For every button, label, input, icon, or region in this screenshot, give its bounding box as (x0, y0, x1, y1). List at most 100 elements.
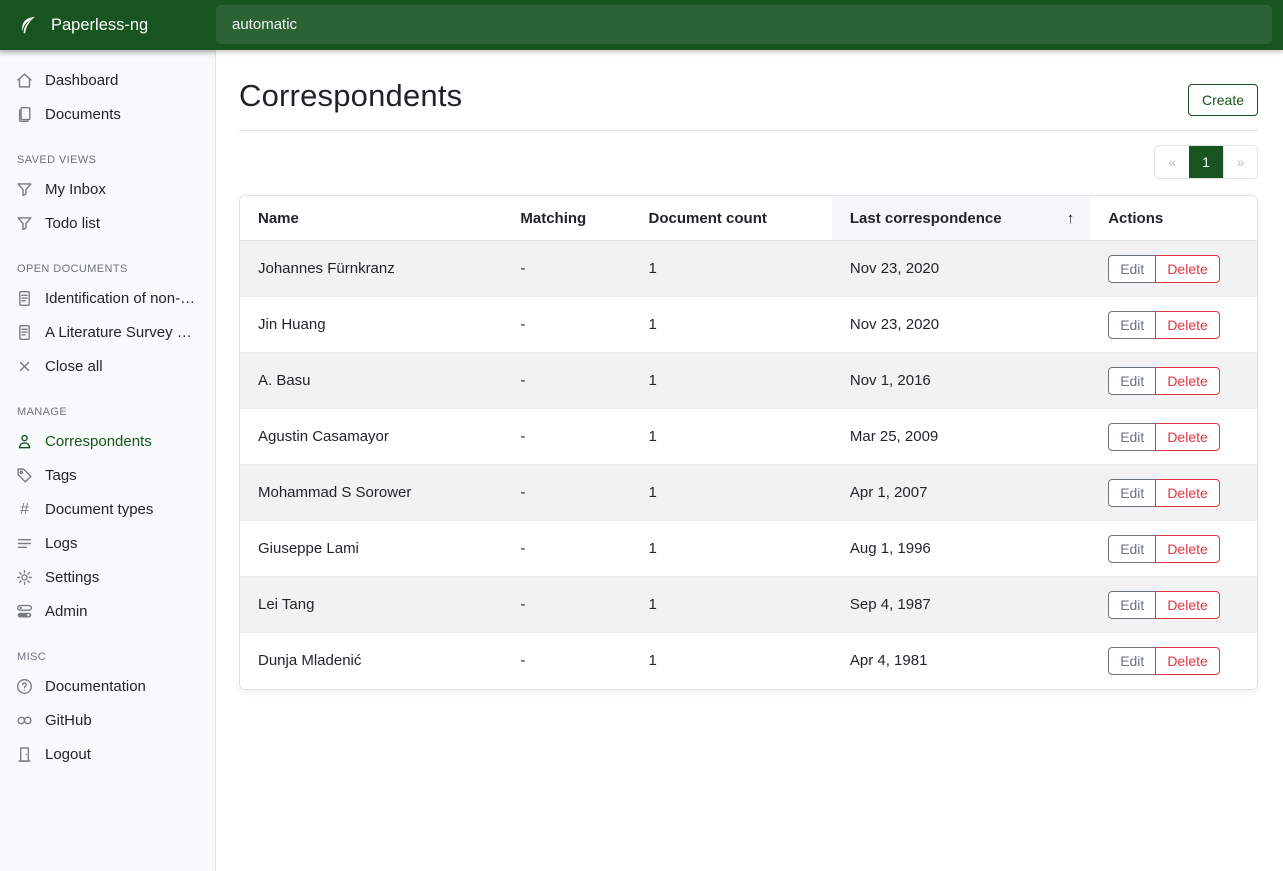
last-correspondence-cell: Nov 1, 2016 (832, 353, 1090, 409)
list-lines-icon (16, 535, 33, 552)
delete-button[interactable]: Delete (1155, 591, 1219, 619)
sidebar-item-logout[interactable]: Logout (0, 738, 215, 771)
sidebar-item-settings[interactable]: Settings (0, 561, 215, 594)
sidebar-item-label: Correspondents (45, 433, 152, 450)
table-header-row: Name Matching Document count Last corres… (240, 196, 1257, 241)
file-text-icon (16, 324, 33, 341)
sidebar-item-documentation[interactable]: Documentation (0, 670, 215, 703)
column-header-matching[interactable]: Matching (502, 196, 630, 241)
delete-button[interactable]: Delete (1155, 535, 1219, 563)
matching-cell: - (502, 297, 630, 353)
edit-button[interactable]: Edit (1108, 311, 1156, 339)
correspondent-name-cell: Lei Tang (240, 577, 502, 633)
edit-button[interactable]: Edit (1108, 647, 1156, 675)
page-header: Correspondents Create (239, 70, 1258, 131)
matching-cell: - (502, 353, 630, 409)
row-actions: EditDelete (1108, 479, 1220, 507)
correspondent-name-cell: Giuseppe Lami (240, 521, 502, 577)
funnel-icon (16, 181, 33, 198)
sidebar-item-correspondents[interactable]: Correspondents (0, 425, 215, 458)
door-icon (16, 746, 33, 763)
column-header-actions: Actions (1090, 196, 1257, 241)
edit-button[interactable]: Edit (1108, 535, 1156, 563)
delete-button[interactable]: Delete (1155, 647, 1219, 675)
brand-title: Paperless-ng (51, 16, 148, 35)
edit-button[interactable]: Edit (1108, 479, 1156, 507)
row-actions: EditDelete (1108, 647, 1220, 675)
sidebar-item-documents[interactable]: Documents (0, 98, 215, 131)
sidebar-item-label: Tags (45, 467, 77, 484)
sidebar-item-label: Logs (45, 535, 78, 552)
last-correspondence-cell: Nov 23, 2020 (832, 241, 1090, 297)
column-header-last-correspondence[interactable]: Last correspondence ↑ (832, 196, 1090, 241)
sidebar-item-open-document-1[interactable]: Identification of non-fu... (0, 282, 215, 315)
question-circle-icon (16, 678, 33, 695)
sidebar-item-todo-list[interactable]: Todo list (0, 207, 215, 240)
sidebar-item-label: A Literature Survey on ... (45, 324, 199, 341)
sidebar-item-dashboard[interactable]: Dashboard (0, 64, 215, 97)
pagination-page-1-button[interactable]: 1 (1189, 146, 1223, 178)
sidebar-item-open-document-2[interactable]: A Literature Survey on ... (0, 316, 215, 349)
delete-button[interactable]: Delete (1155, 255, 1219, 283)
correspondent-name-cell: Dunja Mladenić (240, 633, 502, 689)
sidebar-item-label: Admin (45, 603, 88, 620)
global-search-input[interactable] (216, 5, 1272, 44)
sidebar-item-close-all[interactable]: Close all (0, 350, 215, 383)
matching-cell: - (502, 241, 630, 297)
sidebar-item-my-inbox[interactable]: My Inbox (0, 173, 215, 206)
sidebar-item-github[interactable]: GitHub (0, 704, 215, 737)
column-header-name[interactable]: Name (240, 196, 502, 241)
delete-button[interactable]: Delete (1155, 479, 1219, 507)
gear-icon (16, 569, 33, 586)
sidebar-item-label: Logout (45, 746, 91, 763)
delete-button[interactable]: Delete (1155, 311, 1219, 339)
correspondent-name-cell: Jin Huang (240, 297, 502, 353)
funnel-icon (16, 215, 33, 232)
link-icon (16, 712, 33, 729)
correspondents-table: Name Matching Document count Last corres… (240, 196, 1257, 689)
delete-button[interactable]: Delete (1155, 367, 1219, 395)
sidebar-item-logs[interactable]: Logs (0, 527, 215, 560)
table-row: Johannes Fürnkranz - 1 Nov 23, 2020 Edit… (240, 241, 1257, 297)
document-count-cell: 1 (631, 297, 832, 353)
pagination-next-button[interactable]: » (1223, 146, 1257, 178)
matching-cell: - (502, 577, 630, 633)
document-count-cell: 1 (631, 521, 832, 577)
person-icon (16, 433, 33, 450)
edit-button[interactable]: Edit (1108, 367, 1156, 395)
table-row: A. Basu - 1 Nov 1, 2016 EditDelete (240, 353, 1257, 409)
correspondent-name-cell: Agustin Casamayor (240, 409, 502, 465)
edit-button[interactable]: Edit (1108, 255, 1156, 283)
matching-cell: - (502, 521, 630, 577)
leaf-logo-icon (17, 14, 39, 36)
row-actions: EditDelete (1108, 423, 1220, 451)
documents-icon (16, 106, 33, 123)
row-actions: EditDelete (1108, 367, 1220, 395)
pagination-prev-button[interactable]: « (1155, 146, 1189, 178)
document-count-cell: 1 (631, 241, 832, 297)
edit-button[interactable]: Edit (1108, 423, 1156, 451)
pagination-row: « 1 » (239, 131, 1258, 195)
table-row: Mohammad S Sorower - 1 Apr 1, 2007 EditD… (240, 465, 1257, 521)
brand[interactable]: Paperless-ng (0, 0, 216, 50)
edit-button[interactable]: Edit (1108, 591, 1156, 619)
row-actions: EditDelete (1108, 255, 1220, 283)
last-correspondence-cell: Aug 1, 1996 (832, 521, 1090, 577)
sidebar-heading-misc: MISC (0, 629, 215, 669)
sidebar-item-admin[interactable]: Admin (0, 595, 215, 628)
last-correspondence-cell: Mar 25, 2009 (832, 409, 1090, 465)
sidebar-heading-open-documents: OPEN DOCUMENTS (0, 241, 215, 281)
app-navbar: Paperless-ng (0, 0, 1283, 50)
column-header-document-count[interactable]: Document count (631, 196, 832, 241)
row-actions: EditDelete (1108, 535, 1220, 563)
correspondent-name-cell: A. Basu (240, 353, 502, 409)
delete-button[interactable]: Delete (1155, 423, 1219, 451)
hash-icon: # (16, 501, 33, 518)
sidebar-item-tags[interactable]: Tags (0, 459, 215, 492)
matching-cell: - (502, 465, 630, 521)
create-button[interactable]: Create (1188, 84, 1258, 116)
document-count-cell: 1 (631, 577, 832, 633)
correspondent-name-cell: Mohammad S Sorower (240, 465, 502, 521)
sidebar-item-document-types[interactable]: # Document types (0, 493, 215, 526)
column-header-label: Last correspondence (850, 210, 1002, 227)
